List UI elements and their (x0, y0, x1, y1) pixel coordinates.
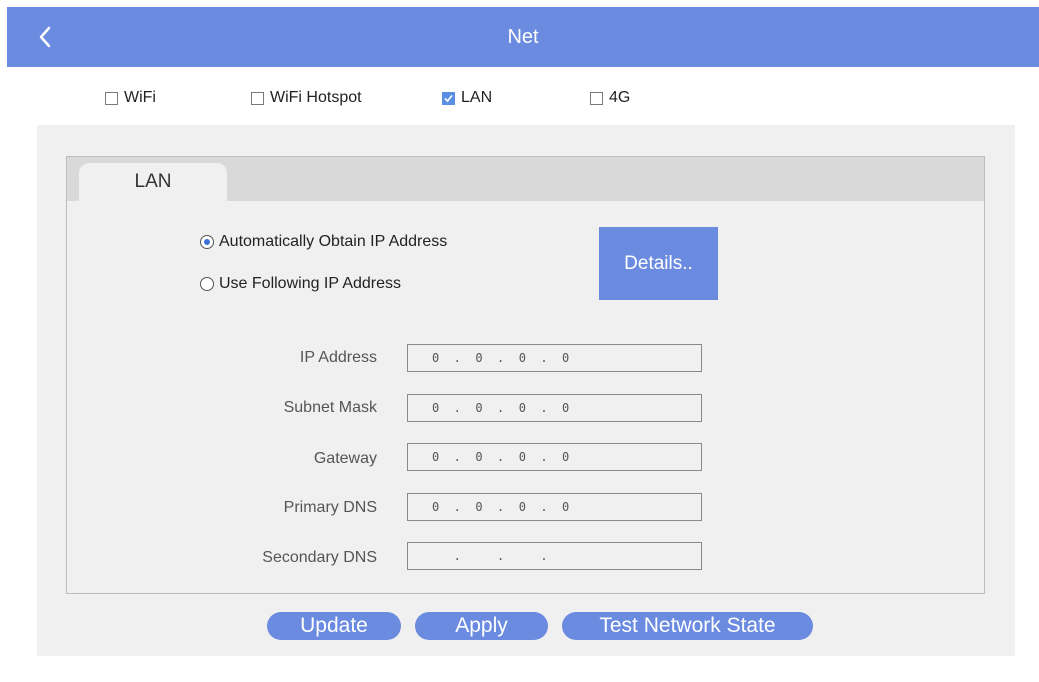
checkbox-label: WiFi (124, 89, 156, 106)
checkmark-icon (442, 91, 455, 105)
checkbox-wifi[interactable]: WiFi (105, 86, 156, 110)
apply-button[interactable]: Apply (415, 612, 548, 640)
update-button[interactable]: Update (267, 612, 401, 640)
gateway-label: Gateway (313, 450, 377, 467)
checkbox-label: WiFi Hotspot (270, 89, 362, 106)
secondary-dns-input[interactable]: . . . (407, 542, 702, 570)
page-title: Net (507, 26, 539, 48)
radio-selected-icon (200, 235, 214, 249)
ip-address-input[interactable]: 0 . 0 . 0 . 0 (407, 344, 702, 372)
checkbox-lan[interactable]: LAN (442, 86, 492, 110)
gateway-input[interactable]: 0 . 0 . 0 . 0 (407, 443, 702, 471)
subnet-mask-label: Subnet Mask (283, 399, 377, 416)
tab-lan[interactable]: LAN (79, 163, 227, 203)
header-bar: Net (7, 7, 1039, 67)
checkbox-label: 4G (609, 89, 631, 106)
checkbox-box (105, 91, 118, 105)
radio-label: Use Following IP Address (219, 275, 402, 292)
radio-manual-ip[interactable]: Use Following IP Address (200, 275, 401, 293)
checkbox-4g[interactable]: 4G (590, 86, 630, 110)
test-network-state-button[interactable]: Test Network State (562, 612, 813, 640)
checkbox-wifi-hotspot[interactable]: WiFi Hotspot (251, 86, 362, 110)
ip-address-label: IP Address (299, 349, 377, 366)
details-button[interactable]: Details.. (599, 227, 718, 300)
action-buttons: Update Apply Test Network State (0, 612, 1039, 640)
tab-strip: LAN (67, 157, 984, 203)
radio-unselected-icon (200, 277, 214, 291)
primary-dns-label: Primary DNS (283, 499, 377, 516)
radio-label: Automatically Obtain IP Address (219, 233, 448, 250)
net-type-options: WiFi WiFi Hotspot LAN 4G (0, 86, 1039, 110)
lan-tab-panel: LAN Automatically Obtain IP Address Use … (66, 156, 985, 594)
primary-dns-input[interactable]: 0 . 0 . 0 . 0 (407, 493, 702, 521)
checkbox-label: LAN (461, 89, 493, 106)
checkbox-box (251, 91, 264, 105)
checkbox-box (590, 91, 603, 105)
radio-auto-ip[interactable]: Automatically Obtain IP Address (200, 233, 447, 251)
secondary-dns-label: Secondary DNS (262, 549, 377, 566)
subnet-mask-input[interactable]: 0 . 0 . 0 . 0 (407, 394, 702, 422)
